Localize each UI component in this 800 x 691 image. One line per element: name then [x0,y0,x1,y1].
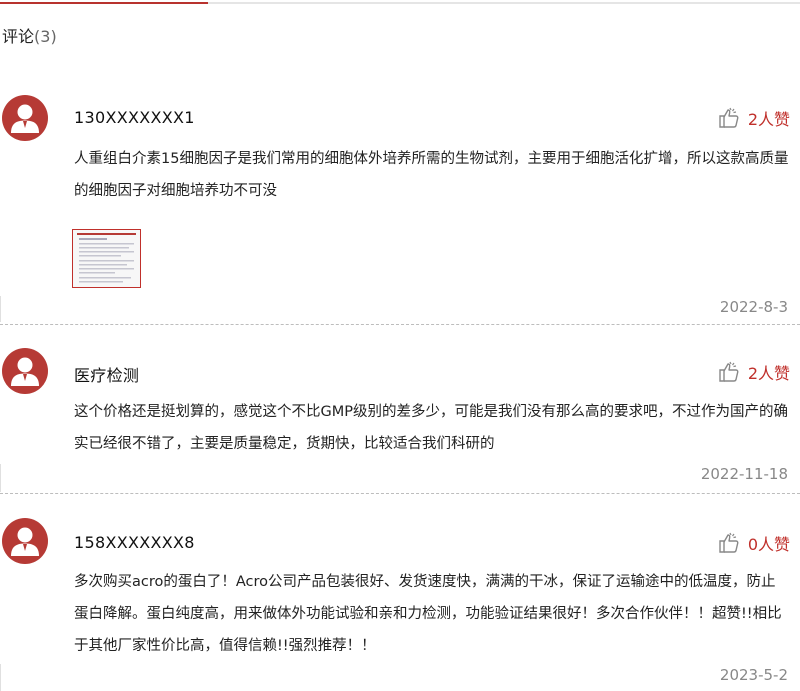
comments-heading-label: 评论 [2,27,35,46]
like-button[interactable]: 2人赞 [718,360,790,384]
user-avatar-icon [2,348,48,394]
comment-text: 这个价格还是挺划算的，感觉这个不比GMP级别的差多少，可能是我们没有那么高的要求… [74,404,788,452]
like-button[interactable]: 0人赞 [718,531,790,555]
thumbs-up-icon [719,361,739,382]
comment-username: 158XXXXXXX8 [74,533,195,552]
comment-date: 2022-8-3 [719,298,788,316]
comment-date: 2023-5-2 [719,666,788,684]
active-tab-indicator [0,2,208,4]
comments-heading: 评论(3) [2,23,57,47]
left-border [0,296,1,322]
thumbs-up-icon [719,532,739,553]
thumbs-up-icon [719,107,739,128]
user-avatar-icon [2,95,48,141]
user-avatar-icon [2,518,48,564]
like-button[interactable]: 2人赞 [718,106,790,130]
comment-divider [0,493,800,494]
like-count: 0人赞 [747,535,790,554]
like-count: 2人赞 [747,364,790,383]
comment-username: 医疗检测 [74,366,140,385]
comment-divider [0,324,800,325]
document-image-icon [73,230,140,287]
comments-count: (3) [34,27,57,46]
comment-date: 2022-11-18 [700,465,788,483]
left-border [0,664,1,691]
comment-text: 人重组白介素15细胞因子是我们常用的细胞体外培养所需的生物试剂，主要用于细胞活化… [74,151,789,199]
comment-text: 多次购买acro的蛋白了！Acro公司产品包装很好、发货速度快，满满的干冰，保证… [74,574,782,654]
left-border [0,464,1,492]
comment-image-thumbnail[interactable] [72,229,141,288]
comment-username: 130XXXXXXX1 [74,108,195,127]
like-count: 2人赞 [747,110,790,129]
